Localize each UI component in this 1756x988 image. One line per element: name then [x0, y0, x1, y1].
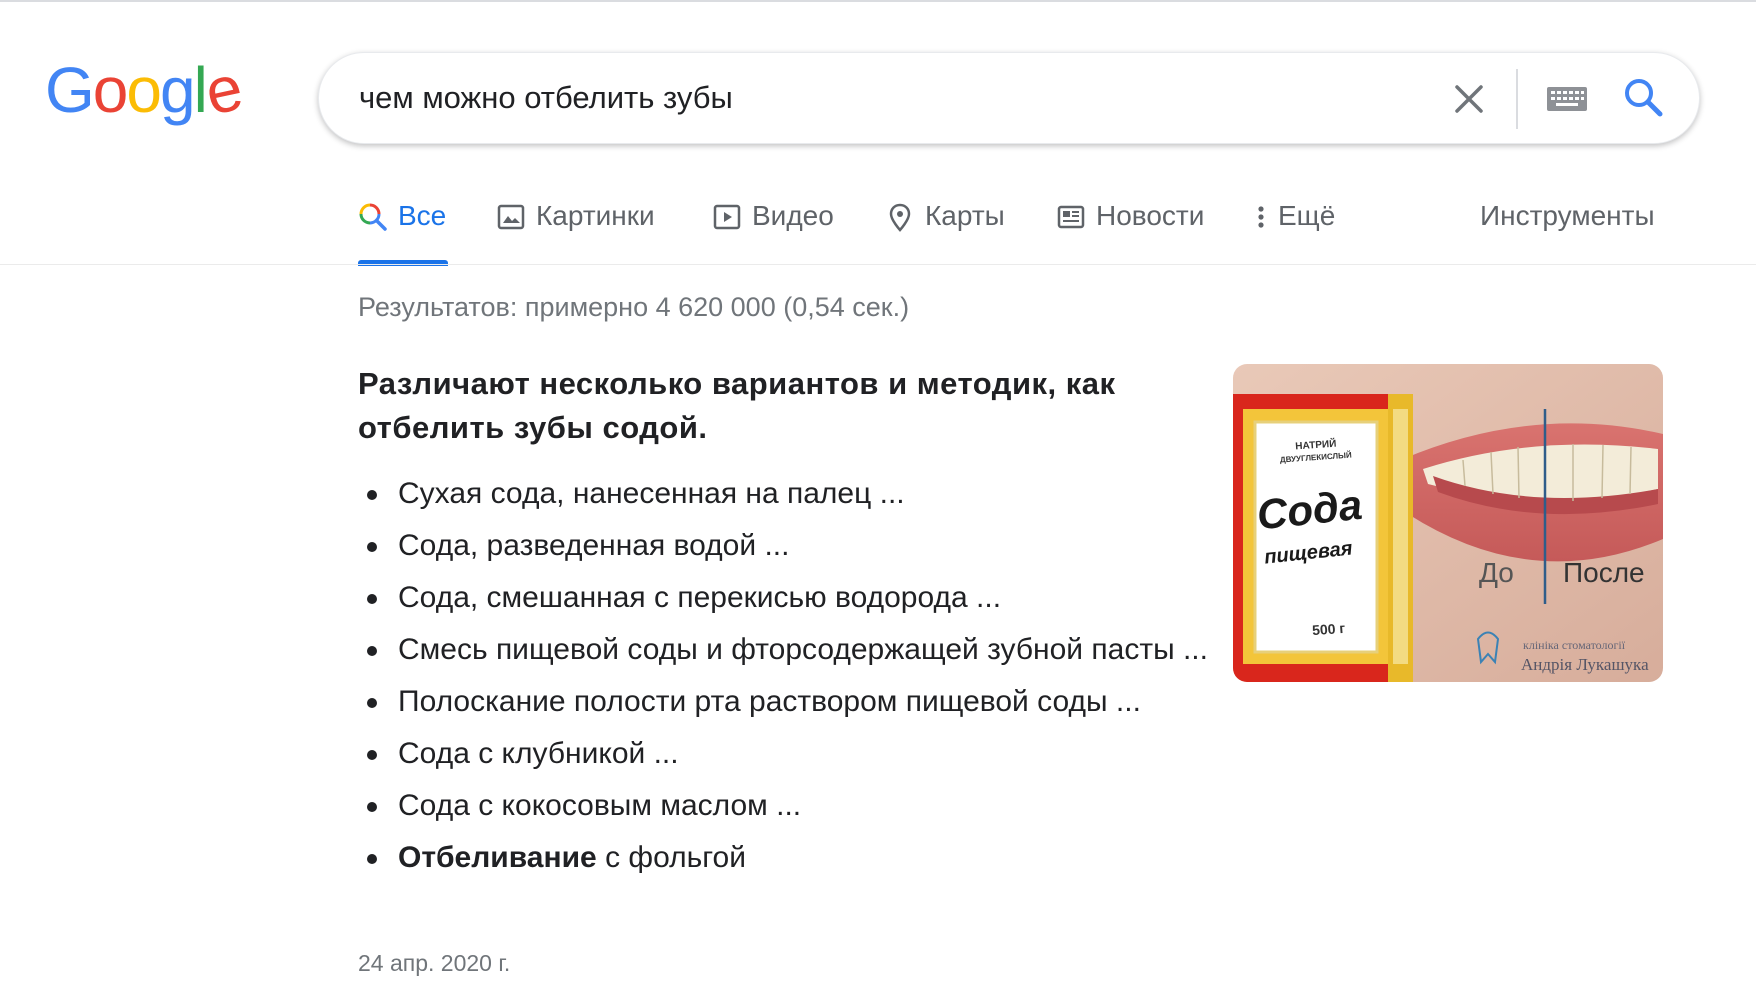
list-item: Полоскание полости рта раствором пищевой… — [358, 680, 1218, 724]
close-icon[interactable] — [1449, 79, 1489, 119]
tab-all[interactable]: Все — [358, 200, 448, 266]
tab-label: Видео — [752, 200, 834, 231]
tab-label: Новости — [1096, 200, 1205, 231]
search-input[interactable] — [359, 53, 1359, 143]
play-icon — [713, 204, 741, 230]
snippet-heading: Различают несколько вариантов и методик,… — [358, 366, 1116, 445]
tab-images[interactable]: Картинки — [496, 200, 655, 266]
snippet-date: 24 апр. 2020 г. — [358, 950, 511, 976]
list-item: Сода, разведенная водой ... — [358, 524, 1218, 568]
search-divider — [1516, 69, 1518, 129]
list-item: Сухая сода, нанесенная на палец ... — [358, 472, 1218, 516]
tab-news[interactable]: Новости — [1056, 200, 1204, 266]
tabs-divider — [0, 264, 1756, 265]
logo-letter: o — [126, 54, 162, 126]
keyboard-icon[interactable] — [1546, 82, 1588, 116]
list-item: Сода, смешанная с перекисью водорода ... — [358, 576, 1218, 620]
box-weight: 500 г — [1312, 620, 1346, 638]
snippet-list: Сухая сода, нанесенная на палец ... Сода… — [358, 472, 1218, 888]
list-item: Сода с кокосовым маслом ... — [358, 784, 1218, 828]
result-stats: Результатов: примерно 4 620 000 (0,54 се… — [358, 292, 910, 322]
watermark-line: Андрія Лукашука — [1521, 655, 1649, 674]
image-icon — [497, 204, 525, 230]
list-item: Отбеливание с фольгой — [358, 836, 1218, 880]
google-logo[interactable]: Google — [45, 51, 246, 128]
tab-label: Картинки — [536, 200, 655, 231]
logo-letter: o — [92, 54, 129, 126]
search-multicolor-icon — [359, 203, 387, 231]
search-icon[interactable] — [1621, 75, 1665, 119]
tab-label: Все — [398, 200, 447, 231]
tab-maps[interactable]: Карты — [885, 200, 1005, 266]
logo-letter: G — [45, 54, 95, 126]
list-item: Смесь пищевой соды и фторсодержащей зубн… — [358, 628, 1218, 672]
watermark-line: клініка стоматології — [1523, 638, 1626, 652]
list-item: Сода с клубникой ... — [358, 732, 1218, 776]
tab-label: Карты — [925, 200, 1005, 231]
tab-more[interactable]: Ещё — [1254, 200, 1335, 266]
logo-letter: e — [198, 51, 247, 129]
tools-button[interactable]: Инструменты — [1480, 200, 1655, 232]
before-label: До — [1479, 557, 1514, 588]
news-icon — [1057, 205, 1085, 229]
highlighted-term: Отбеливание — [398, 841, 597, 874]
top-border — [0, 0, 1756, 2]
list-item-text: с фольгой — [596, 841, 746, 874]
snippet-image[interactable]: До После клініка стоматології Андрія Лук… — [1233, 364, 1663, 682]
more-vert-icon — [1258, 206, 1264, 228]
search-box — [318, 52, 1700, 144]
soda-box: НАТРИЙ ДВУУГЛЕКИСЛЫЙ Сода пищевая 500 г — [1233, 394, 1413, 682]
map-pin-icon — [889, 203, 911, 232]
logo-letter: g — [159, 54, 196, 126]
after-label: После — [1563, 557, 1645, 588]
tab-label: Ещё — [1278, 200, 1336, 231]
tab-video[interactable]: Видео — [712, 200, 834, 266]
